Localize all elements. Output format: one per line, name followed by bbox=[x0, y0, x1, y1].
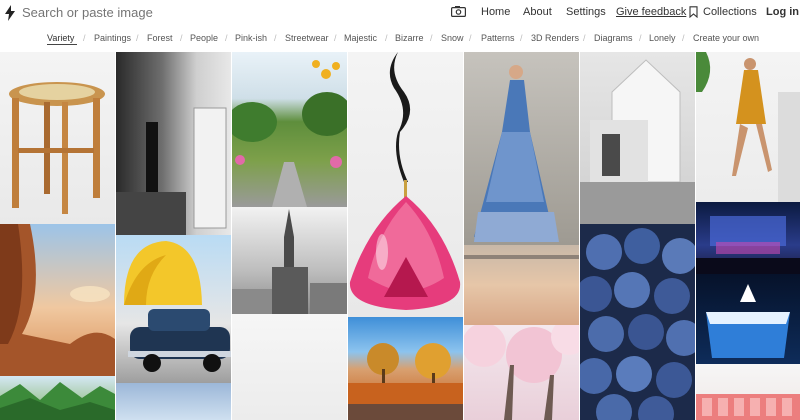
image-tile-rock-arch[interactable] bbox=[0, 224, 115, 376]
image-tile-shell-car[interactable] bbox=[116, 235, 231, 383]
give-feedback-link[interactable]: Give feedback bbox=[616, 5, 686, 19]
image-tile-bottom[interactable] bbox=[348, 404, 463, 420]
yellow-dress-image bbox=[696, 52, 800, 202]
category-separator: / bbox=[682, 33, 685, 43]
image-tile-ice-render[interactable] bbox=[696, 274, 800, 364]
category-create-your-own[interactable]: Create your own bbox=[693, 32, 759, 44]
garden-image bbox=[232, 60, 347, 207]
autumn-tree-image bbox=[348, 343, 463, 404]
shell-car-image bbox=[124, 241, 231, 372]
category-separator: / bbox=[225, 33, 228, 43]
category-3d-renders[interactable]: 3D Renders bbox=[531, 32, 579, 44]
image-tile-bw-door[interactable] bbox=[116, 52, 231, 235]
image-tile-blueberries[interactable] bbox=[580, 224, 695, 420]
category-paintings[interactable]: Paintings bbox=[94, 32, 131, 44]
login-link[interactable]: Log in bbox=[766, 5, 799, 19]
blueberries-image bbox=[580, 228, 695, 420]
category-variety[interactable]: Variety bbox=[47, 32, 74, 44]
category-snow[interactable]: Snow bbox=[441, 32, 464, 44]
snow-city-image bbox=[232, 209, 347, 314]
category-people[interactable]: People bbox=[190, 32, 218, 44]
image-grid bbox=[0, 52, 800, 420]
search-input[interactable] bbox=[22, 4, 422, 22]
cherry-blossom-image bbox=[464, 325, 579, 420]
category-separator: / bbox=[274, 33, 277, 43]
nav-settings-link[interactable]: Settings bbox=[566, 5, 606, 19]
category-forest[interactable]: Forest bbox=[147, 32, 173, 44]
image-tile-pink-pattern[interactable] bbox=[696, 364, 800, 420]
category-diagrams[interactable]: Diagrams bbox=[594, 32, 633, 44]
concert-image bbox=[696, 216, 800, 274]
mountains-image bbox=[0, 382, 115, 420]
image-tile-blue-dress[interactable] bbox=[464, 52, 579, 245]
category-separator: / bbox=[520, 33, 523, 43]
category-lonely[interactable]: Lonely bbox=[649, 32, 676, 44]
category-majestic[interactable]: Majestic bbox=[344, 32, 377, 44]
camera-icon[interactable] bbox=[451, 6, 466, 17]
pink-pattern-image bbox=[696, 394, 800, 420]
rock-arch-image bbox=[0, 224, 115, 376]
image-tile-snow-city[interactable] bbox=[232, 207, 347, 314]
nav-collections-link[interactable]: Collections bbox=[703, 5, 757, 19]
category-streetwear[interactable]: Streetwear bbox=[285, 32, 329, 44]
white-building-image bbox=[580, 59, 695, 224]
category-separator: / bbox=[469, 33, 472, 43]
image-tile-blank[interactable] bbox=[232, 314, 347, 420]
category-separator: / bbox=[583, 33, 586, 43]
category-separator: / bbox=[334, 33, 337, 43]
bolt-logo-icon[interactable] bbox=[4, 5, 16, 21]
category-separator: / bbox=[180, 33, 183, 43]
category-separator: / bbox=[430, 33, 433, 43]
image-tile-stool[interactable] bbox=[0, 52, 115, 224]
image-tile-sunset-water[interactable] bbox=[464, 245, 579, 325]
sunset-water-image bbox=[464, 255, 579, 259]
nav-home-link[interactable]: Home bbox=[481, 5, 510, 19]
nav-about-link[interactable]: About bbox=[523, 5, 552, 19]
top-bar: Home About Settings Give feedback Collec… bbox=[0, 0, 800, 26]
image-tile-autumn-tree[interactable] bbox=[348, 317, 463, 404]
image-tile-garden[interactable] bbox=[232, 52, 347, 207]
ice-render-image bbox=[706, 284, 790, 358]
blue-dress-image bbox=[474, 65, 559, 242]
bookmark-icon bbox=[689, 6, 698, 18]
image-tile-pink-glass[interactable] bbox=[348, 52, 463, 317]
image-tile-mountains[interactable] bbox=[0, 376, 115, 420]
pink-glass-image bbox=[349, 52, 461, 310]
image-tile-yellow-dress[interactable] bbox=[696, 52, 800, 202]
category-separator: / bbox=[136, 33, 139, 43]
category-bizarre[interactable]: Bizarre bbox=[395, 32, 424, 44]
image-tile-cherry-blossom[interactable] bbox=[464, 325, 579, 420]
image-tile-concert[interactable] bbox=[696, 202, 800, 274]
active-category-underline bbox=[47, 44, 77, 45]
category-separator: / bbox=[639, 33, 642, 43]
category-patterns[interactable]: Patterns bbox=[481, 32, 515, 44]
bw-door-image bbox=[116, 107, 227, 235]
image-tile-sky[interactable] bbox=[116, 383, 231, 420]
category-pink-ish[interactable]: Pink-ish bbox=[235, 32, 267, 44]
stool-image bbox=[9, 82, 105, 214]
category-separator: / bbox=[83, 33, 86, 43]
category-separator: / bbox=[385, 33, 388, 43]
category-bar: Variety / Paintings / Forest / People / … bbox=[0, 28, 800, 48]
image-tile-white-building[interactable] bbox=[580, 52, 695, 224]
